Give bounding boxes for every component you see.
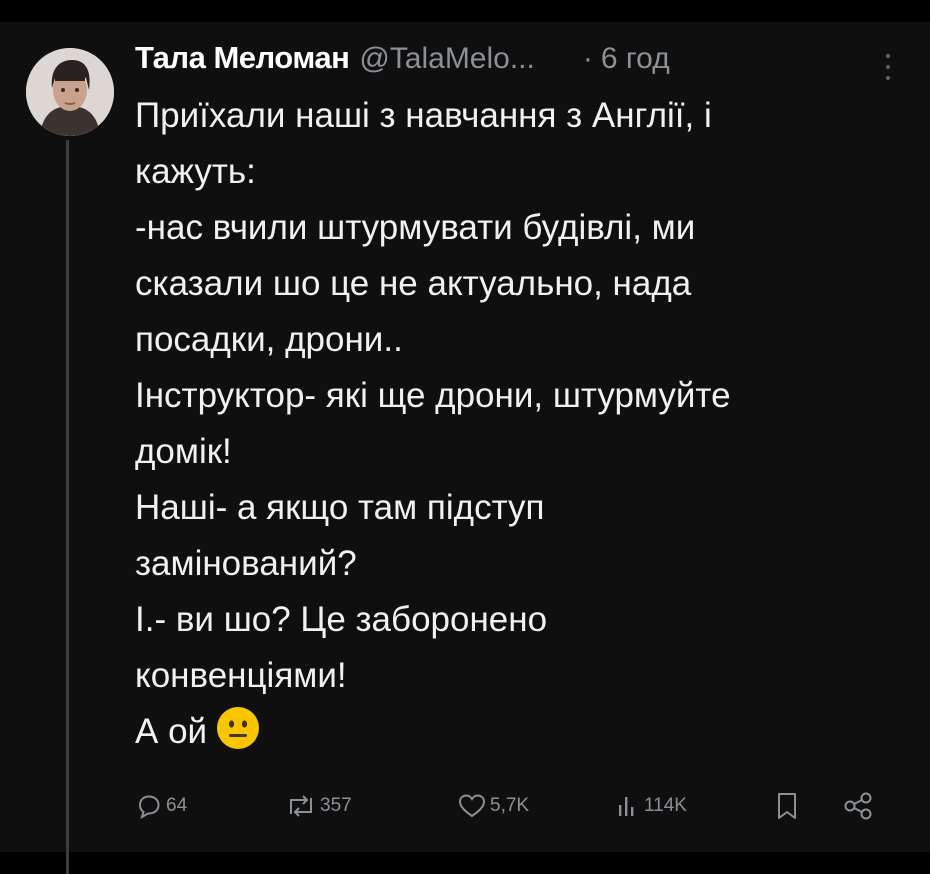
post-line-last: А ой: [135, 704, 895, 760]
reply-button[interactable]: 64: [135, 788, 187, 824]
post-actions-bar: 64 357 5,7K 114K: [135, 788, 895, 824]
thread-line: [66, 140, 69, 874]
repost-icon: [285, 792, 317, 820]
views-button[interactable]: 114K: [615, 788, 687, 824]
post-line: Інструктор- які ще дрони, штурмуйте: [135, 376, 731, 415]
author-handle[interactable]: @TalaMelo...: [359, 42, 535, 76]
post-line: замінований?: [135, 544, 357, 583]
post-line: Приїхали наші з навчання з Англії, і: [135, 96, 712, 135]
more-options-icon[interactable]: [884, 54, 892, 80]
post-line: домік!: [135, 432, 232, 471]
like-count: 5,7K: [490, 795, 530, 816]
author-name[interactable]: Тала Меломан: [135, 40, 350, 76]
bookmark-button[interactable]: [773, 788, 801, 824]
views-count: 114K: [644, 795, 687, 816]
repost-count: 357: [320, 795, 352, 816]
separator-dot: ·: [582, 42, 593, 75]
heart-icon: [457, 792, 487, 820]
post-line-text: А ой: [135, 712, 208, 751]
post-header: Тала Меломан @TalaMelo... · 6 год: [135, 40, 905, 84]
post-line: І.- ви шо? Це заборонено: [135, 600, 548, 639]
reply-count: 64: [166, 795, 188, 816]
bottom-border: [0, 852, 930, 874]
views-chart-icon: [615, 792, 641, 820]
post-line: -нас вчили штурмувати будівлі, ми: [135, 208, 696, 247]
reply-icon: [135, 792, 163, 820]
post-line: сказали шо це не актуально, нада: [135, 264, 692, 303]
share-icon: [841, 791, 875, 821]
avatar[interactable]: [26, 48, 114, 136]
avatar-image: [26, 48, 114, 136]
like-button[interactable]: 5,7K: [457, 788, 529, 824]
top-border: [0, 0, 930, 22]
share-button[interactable]: [841, 788, 875, 824]
post-timestamp[interactable]: 6 год: [601, 42, 670, 76]
post-line: посадки, дрони..: [135, 320, 403, 359]
post-line: конвенціями!: [135, 656, 347, 695]
post-line: Наші- а якщо там підступ: [135, 488, 545, 527]
repost-button[interactable]: 357: [285, 788, 352, 824]
bookmark-icon: [773, 791, 801, 821]
post-line: кажуть:: [135, 152, 256, 191]
post-body: Приїхали наші з навчання з Англії, і каж…: [135, 88, 895, 760]
neutral-face-emoji-icon: [217, 707, 260, 749]
